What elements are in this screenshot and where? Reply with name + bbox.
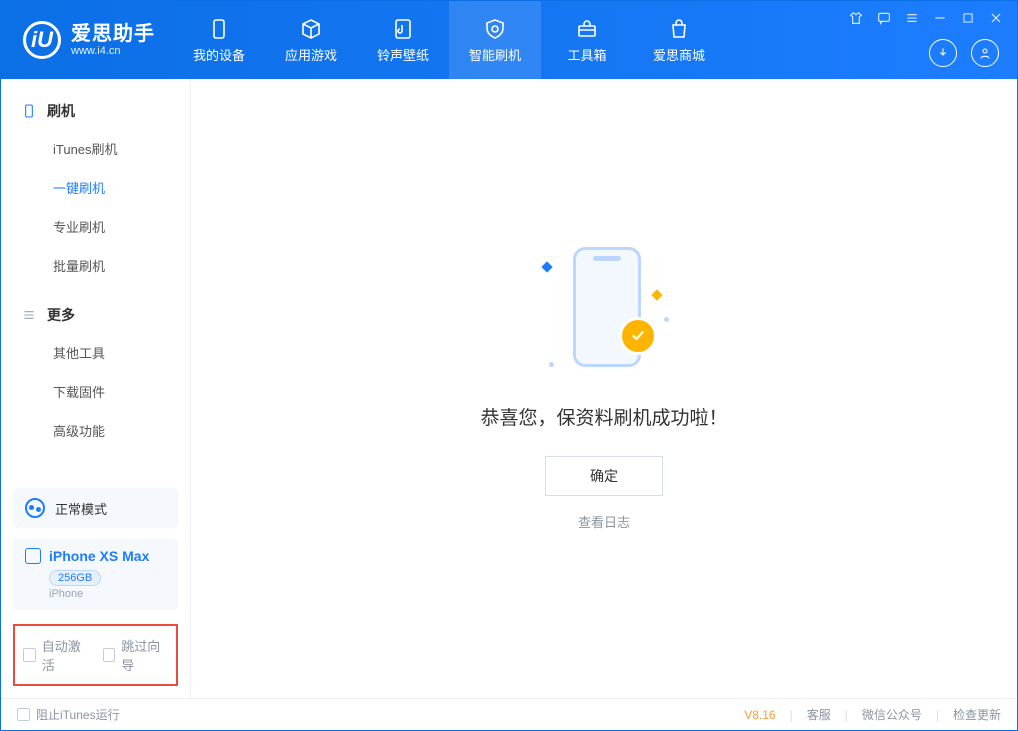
music-file-icon [391, 17, 415, 41]
sidebar-item-advanced[interactable]: 高级功能 [1, 411, 190, 450]
download-button[interactable] [929, 39, 957, 67]
checkbox-label: 阻止iTunes运行 [36, 706, 120, 723]
sidebar-group-flash: 刷机 iTunes刷机 一键刷机 专业刷机 批量刷机 [1, 93, 190, 285]
nav-label: 我的设备 [193, 45, 245, 64]
sidebar-item-other-tools[interactable]: 其他工具 [1, 333, 190, 372]
device-card[interactable]: iPhone XS Max 256GB iPhone [13, 538, 178, 610]
nav-ringtone-wallpaper[interactable]: 铃声壁纸 [357, 1, 449, 79]
logo-icon: iU [23, 21, 61, 59]
nav-toolbox[interactable]: 工具箱 [541, 1, 633, 79]
nav-store[interactable]: 爱思商城 [633, 1, 725, 79]
shield-refresh-icon [483, 17, 507, 41]
mode-card[interactable]: 正常模式 [13, 488, 178, 528]
support-link[interactable]: 客服 [807, 706, 831, 723]
checkbox-label: 跳过向导 [121, 636, 168, 674]
device-subtitle: iPhone [49, 588, 166, 600]
device-capacity: 256GB [49, 570, 101, 586]
sidebar-head-flash[interactable]: 刷机 [1, 93, 190, 129]
sidebar: 刷机 iTunes刷机 一键刷机 专业刷机 批量刷机 更多 其他工具 下载固件 … [1, 79, 191, 698]
nav-label: 智能刷机 [469, 45, 521, 64]
sidebar-item-pro-flash[interactable]: 专业刷机 [1, 207, 190, 246]
account-button[interactable] [971, 39, 999, 67]
checkbox-block-itunes[interactable]: 阻止iTunes运行 [17, 706, 120, 723]
bag-icon [667, 17, 691, 41]
logo: iU 爱思助手 www.i4.cn [1, 1, 173, 79]
nav-my-device[interactable]: 我的设备 [173, 1, 265, 79]
sidebar-item-oneclick-flash[interactable]: 一键刷机 [1, 168, 190, 207]
status-bar: 阻止iTunes运行 V8.16 | 客服 | 微信公众号 | 检查更新 [1, 698, 1017, 730]
mode-icon [25, 498, 45, 518]
sidebar-title: 刷机 [47, 101, 75, 121]
device-name: iPhone XS Max [49, 548, 149, 564]
phone-icon [21, 103, 37, 119]
check-badge-icon [619, 317, 657, 355]
feedback-icon[interactable] [875, 9, 893, 27]
view-log-link[interactable]: 查看日志 [578, 512, 630, 531]
sidebar-head-more[interactable]: 更多 [1, 297, 190, 333]
toolbox-icon [575, 17, 599, 41]
sidebar-title: 更多 [47, 305, 75, 325]
minimize-button[interactable] [931, 9, 949, 27]
device-icon [207, 17, 231, 41]
list-icon [21, 307, 37, 323]
nav-label: 铃声壁纸 [377, 45, 429, 64]
checkbox-auto-activate[interactable]: 自动激活 [23, 636, 89, 674]
nav-label: 工具箱 [567, 45, 606, 64]
checkbox-box [103, 648, 116, 662]
close-button[interactable] [987, 9, 1005, 27]
main-content: 恭喜您，保资料刷机成功啦！ 确定 查看日志 [191, 79, 1017, 698]
nav-apps-games[interactable]: 应用游戏 [265, 1, 357, 79]
app-header: iU 爱思助手 www.i4.cn 我的设备 应用游戏 铃声壁纸 智能刷机 工具… [1, 1, 1017, 79]
checkbox-skip-guide[interactable]: 跳过向导 [103, 636, 169, 674]
checkbox-box [17, 708, 30, 721]
shirt-icon[interactable] [847, 9, 865, 27]
cube-icon [299, 17, 323, 41]
mode-label: 正常模式 [55, 499, 107, 518]
confirm-button[interactable]: 确定 [545, 456, 663, 496]
options-row: 自动激活 跳过向导 [13, 624, 178, 686]
checkbox-label: 自动激活 [42, 636, 89, 674]
header-actions [929, 39, 999, 67]
nav-smart-flash[interactable]: 智能刷机 [449, 1, 541, 79]
logo-title: 爱思助手 [71, 23, 155, 45]
nav-label: 爱思商城 [653, 45, 705, 64]
window-controls [847, 9, 1005, 27]
sidebar-item-download-firmware[interactable]: 下载固件 [1, 372, 190, 411]
sidebar-item-itunes-flash[interactable]: iTunes刷机 [1, 129, 190, 168]
nav-label: 应用游戏 [285, 45, 337, 64]
wechat-link[interactable]: 微信公众号 [862, 706, 922, 723]
checkbox-box [23, 648, 36, 662]
menu-icon[interactable] [903, 9, 921, 27]
success-message: 恭喜您，保资料刷机成功啦！ [480, 403, 727, 430]
success-illustration [529, 247, 679, 377]
sidebar-group-more: 更多 其他工具 下载固件 高级功能 [1, 297, 190, 450]
check-update-link[interactable]: 检查更新 [953, 706, 1001, 723]
version-label: V8.16 [744, 708, 775, 722]
maximize-button[interactable] [959, 9, 977, 27]
main-nav: 我的设备 应用游戏 铃声壁纸 智能刷机 工具箱 爱思商城 [173, 1, 725, 79]
device-small-icon [25, 548, 41, 564]
sidebar-item-batch-flash[interactable]: 批量刷机 [1, 246, 190, 285]
logo-url: www.i4.cn [71, 45, 155, 57]
